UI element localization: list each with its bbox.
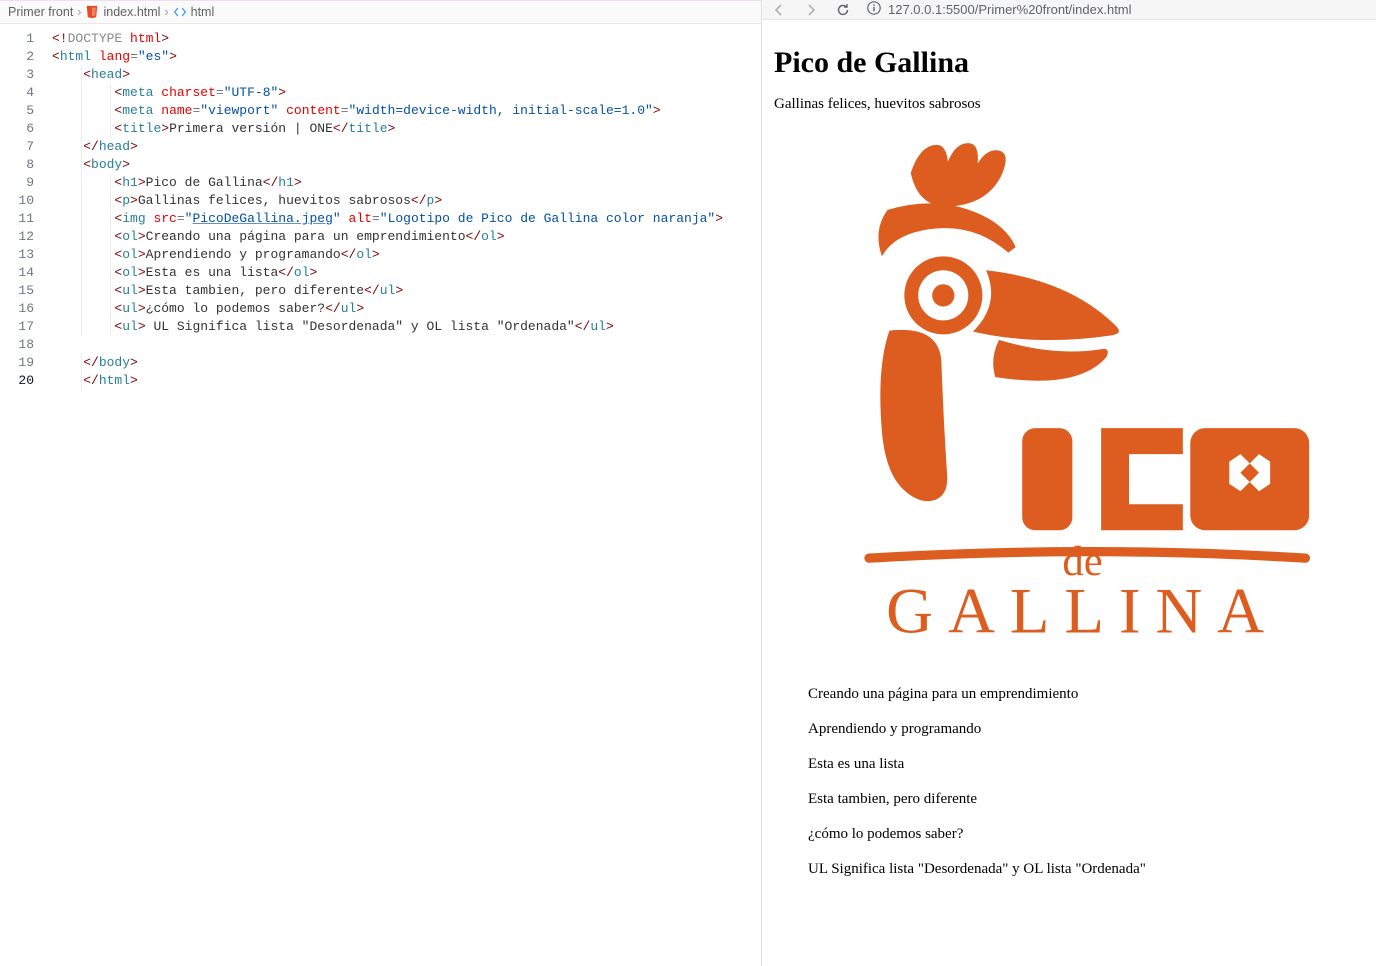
forward-button[interactable]: [802, 1, 820, 19]
line-number: 19: [0, 354, 34, 372]
logo-gallina-text: GALLINA: [886, 575, 1279, 647]
line-number: 15: [0, 282, 34, 300]
list-item: Creando una página para un emprendimient…: [808, 686, 1364, 703]
code-line[interactable]: <ul>Esta tambien, pero diferente</ul>: [52, 282, 761, 300]
line-number: 4: [0, 84, 34, 102]
line-number: 20: [0, 372, 34, 390]
code-line[interactable]: <meta name="viewport" content="width=dev…: [52, 102, 761, 120]
code-line[interactable]: </head>: [52, 138, 761, 156]
code-line[interactable]: <html lang="es">: [52, 48, 761, 66]
code-line[interactable]: <ol>Esta es una lista</ol>: [52, 264, 761, 282]
code-line[interactable]: <img src="PicoDeGallina.jpeg" alt="Logot…: [52, 210, 761, 228]
line-number: 2: [0, 48, 34, 66]
line-number: 7: [0, 138, 34, 156]
page-title: Pico de Gallina: [774, 46, 1364, 80]
code-line[interactable]: <ol>Creando una página para un emprendim…: [52, 228, 761, 246]
line-number: 13: [0, 246, 34, 264]
code-lines[interactable]: <!DOCTYPE html><html lang="es"> <head> <…: [52, 24, 761, 966]
code-line[interactable]: [52, 336, 761, 354]
site-info-icon[interactable]: [866, 0, 882, 19]
address-url: 127.0.0.1:5500/Primer%20front/index.html: [888, 2, 1132, 17]
code-line[interactable]: <ul>¿cómo lo podemos saber?</ul>: [52, 300, 761, 318]
code-line[interactable]: <head>: [52, 66, 761, 84]
line-number: 12: [0, 228, 34, 246]
page-subtitle: Gallinas felices, huevitos sabrosos: [774, 96, 1364, 113]
breadcrumb-symbol[interactable]: html: [191, 5, 215, 19]
editor-pane: Primer front › index.html › html 1234567…: [0, 0, 762, 966]
list-item: ¿cómo lo podemos saber?: [808, 826, 1364, 843]
breadcrumb-folder[interactable]: Primer front: [8, 5, 73, 19]
html-file-icon: [85, 5, 99, 19]
line-number: 18: [0, 336, 34, 354]
line-number: 10: [0, 192, 34, 210]
code-line[interactable]: <ul> UL Significa lista "Desordenada" y …: [52, 318, 761, 336]
code-line[interactable]: <meta charset="UTF-8">: [52, 84, 761, 102]
list-item: Esta tambien, pero diferente: [808, 791, 1364, 808]
code-line[interactable]: <h1>Pico de Gallina</h1>: [52, 174, 761, 192]
browser-viewport[interactable]: Pico de Gallina Gallinas felices, huevit…: [762, 20, 1376, 966]
code-tag-icon: [173, 5, 187, 19]
code-line[interactable]: <ol>Aprendiendo y programando</ol>: [52, 246, 761, 264]
list-item: UL Significa lista "Desordenada" y OL li…: [808, 861, 1364, 878]
line-number-gutter: 1234567891011121314151617181920: [0, 24, 52, 966]
line-number: 3: [0, 66, 34, 84]
chevron-right-icon: ›: [164, 5, 168, 19]
line-number: 1: [0, 30, 34, 48]
line-number: 6: [0, 120, 34, 138]
line-number: 9: [0, 174, 34, 192]
browser-toolbar: 127.0.0.1:5500/Primer%20front/index.html: [762, 0, 1376, 20]
code-editor[interactable]: 1234567891011121314151617181920 <!DOCTYP…: [0, 24, 761, 966]
code-line[interactable]: <!DOCTYPE html>: [52, 30, 761, 48]
list-item: Esta es una lista: [808, 756, 1364, 773]
breadcrumb-file[interactable]: index.html: [103, 5, 160, 19]
chevron-right-icon: ›: [77, 5, 81, 19]
code-line[interactable]: <title>Primera versión | ONE</title>: [52, 120, 761, 138]
line-number: 8: [0, 156, 34, 174]
line-number: 17: [0, 318, 34, 336]
reload-button[interactable]: [834, 1, 852, 19]
code-line[interactable]: <body>: [52, 156, 761, 174]
line-number: 14: [0, 264, 34, 282]
code-line[interactable]: </html>: [52, 372, 761, 390]
back-button[interactable]: [770, 1, 788, 19]
breadcrumb[interactable]: Primer front › index.html › html: [0, 0, 761, 24]
logo-image: de GALLINA: [804, 131, 1364, 656]
address-bar[interactable]: 127.0.0.1:5500/Primer%20front/index.html: [866, 0, 1132, 19]
line-number: 11: [0, 210, 34, 228]
code-line[interactable]: <p>Gallinas felices, huevitos sabrosos</…: [52, 192, 761, 210]
browser-pane: 127.0.0.1:5500/Primer%20front/index.html…: [762, 0, 1376, 966]
line-number: 5: [0, 102, 34, 120]
line-number: 16: [0, 300, 34, 318]
code-line[interactable]: </body>: [52, 354, 761, 372]
list-item: Aprendiendo y programando: [808, 721, 1364, 738]
